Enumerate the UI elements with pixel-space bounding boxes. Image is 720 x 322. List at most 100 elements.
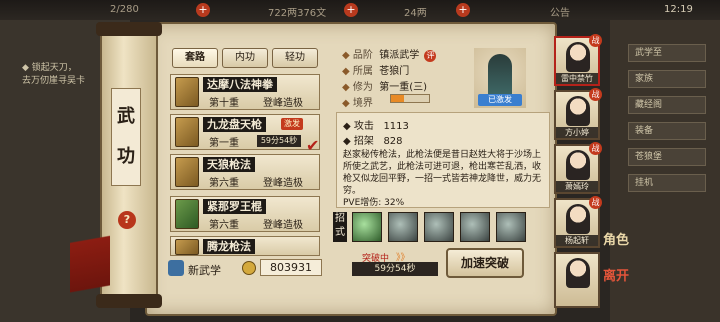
activated-badge: 激发 [281, 118, 303, 130]
cultivation-value: 第一重(三) [379, 82, 428, 93]
skill-name: 天狼枪法 [203, 157, 255, 172]
hero-slot-4[interactable]: 杨起轩 战 [554, 196, 602, 248]
coin-amount: 803931 [260, 259, 322, 276]
new-skill-label[interactable]: 新武学 [188, 262, 221, 278]
realm-progress-bar [390, 94, 430, 103]
help-icon[interactable]: ? [118, 211, 136, 229]
cultivation-label: 修为 [352, 82, 373, 93]
sect-value: 苍狼门 [379, 66, 410, 77]
battle-badge: 战 [589, 34, 602, 47]
hero-slot-3[interactable]: 萧嫣玲 战 [554, 142, 602, 194]
move-slot-4[interactable] [460, 212, 490, 242]
hero-portrait [566, 150, 590, 180]
skill-book-icon [175, 117, 199, 147]
skill-item-damo[interactable]: 达摩八法神拳 第十重 登峰造极 [170, 74, 320, 110]
move-slot-2[interactable] [388, 212, 418, 242]
skill-level: 登峰造极 [263, 178, 303, 189]
skill-item-jinnaluo[interactable]: 紧那罗王棍 第六重 登峰造极 [170, 196, 320, 232]
tab-qinggong[interactable]: 轻功 [272, 48, 318, 68]
panel-title: 武 功 [111, 88, 141, 186]
hero-slot-1[interactable]: 雷中禁竹 战 [554, 34, 602, 86]
menu-equipment[interactable]: 装备 [628, 122, 706, 140]
grade-value: 镇派武学 [379, 50, 420, 61]
skill-stage: 第一重 [209, 138, 239, 149]
hero-portrait [566, 258, 590, 288]
sect-label: 所属 [352, 66, 373, 77]
menu-wuxue[interactable]: 武学至 [628, 44, 706, 62]
realm-progress-fill [391, 95, 404, 102]
hero-slot-2[interactable]: 方小婷 战 [554, 88, 602, 140]
attack-value: 1113 [383, 121, 409, 132]
attack-label: 攻击 [353, 121, 374, 132]
skill-item-tenglong[interactable]: 腾龙枪法 [170, 236, 320, 256]
announcement-link[interactable]: 公告 [550, 4, 570, 19]
character-button[interactable]: 角色 [602, 234, 630, 248]
hero-name: 雷中禁竹 [556, 73, 598, 84]
skill-book-icon [175, 239, 199, 255]
title-char-2: 功 [117, 146, 135, 167]
add-stamina-button[interactable]: + [196, 3, 210, 17]
quest-tracker[interactable]: ◆ 锁起天刀， 去万仞崖寻吴卡 [22, 62, 112, 88]
new-skill-icon[interactable] [168, 260, 184, 276]
battle-badge: 战 [589, 88, 602, 101]
move-slot-1[interactable] [352, 212, 382, 242]
skill-level: 登峰造极 [263, 98, 303, 109]
pve-bonus: PVE增伤: 32% [343, 198, 405, 208]
skill-item-tianlang[interactable]: 天狼枪法 第六重 登峰造极 [170, 154, 320, 190]
menu-idle[interactable]: 挂机 [628, 174, 706, 192]
tab-taolu[interactable]: 套路 [172, 48, 218, 68]
parry-label: 招架 [353, 136, 374, 147]
parry-row: ◆ 招架 828 [343, 132, 403, 147]
battle-badge: 战 [589, 142, 602, 155]
roller-cap-top [96, 22, 162, 36]
tab-neigong[interactable]: 内功 [222, 48, 268, 68]
parry-value: 828 [383, 136, 403, 147]
skill-book-icon [175, 77, 199, 107]
skill-level: 登峰造极 [263, 220, 303, 231]
breakthrough-timer: 59分54秒 [352, 262, 438, 276]
speed-up-breakthrough-button[interactable]: 加速突破 [446, 248, 524, 278]
skill-item-jiulong[interactable]: 九龙盘天枪 激发 第一重 59分54秒 [170, 114, 320, 150]
red-tassel [70, 205, 110, 322]
skill-name: 腾龙枪法 [203, 239, 255, 254]
hero-portrait [566, 42, 590, 72]
grade-badge: 评 [424, 50, 437, 62]
grade-row: ◆ 品阶 镇派武学 评 [342, 46, 437, 62]
checkmark-icon: ✔ [306, 136, 320, 155]
skill-stage: 第十重 [209, 98, 239, 109]
hero-name: 方小婷 [556, 127, 598, 138]
add-money-button[interactable]: + [344, 3, 358, 17]
resource-stamina: 2/280 [110, 4, 139, 15]
resource-gold: 24两 [404, 8, 427, 19]
battle-badge: 战 [589, 196, 602, 209]
hero-slot-5[interactable] [554, 252, 600, 308]
sect-row: ◆ 所属 苍狼门 [342, 62, 409, 77]
leave-button[interactable]: 离开 [602, 270, 630, 284]
bullet-icon: ◆ [342, 82, 350, 93]
hero-name: 杨起轩 [556, 235, 598, 246]
move-slot-3[interactable] [424, 212, 454, 242]
add-gold-button[interactable]: + [456, 3, 470, 17]
realm-label: 境界 [352, 98, 373, 109]
attack-row: ◆ 攻击 1113 [343, 117, 409, 132]
hero-portrait [566, 204, 590, 234]
martial-figure-icon [488, 54, 512, 98]
activated-tag: 已激发 [478, 94, 522, 106]
menu-canglang[interactable]: 苍狼堡 [628, 148, 706, 166]
skill-book-icon [175, 199, 199, 229]
skill-name: 紧那罗王棍 [203, 199, 266, 214]
menu-library[interactable]: 藏经阁 [628, 96, 706, 114]
bullet-icon: ◆ [342, 98, 350, 109]
bullet-icon: ◆ [343, 121, 351, 132]
skill-name: 达摩八法神拳 [203, 77, 277, 92]
skill-description: 赵家秘传枪法，此枪法便是昔日赵姓大将于沙场上所使之武艺，此枪法可进可退，枪出寒芒… [343, 150, 542, 196]
coin-icon [242, 261, 256, 275]
hero-name: 萧嫣玲 [556, 181, 598, 192]
skill-stage: 第六重 [209, 220, 239, 231]
moves-label: 招式 [333, 212, 347, 242]
skill-stats-box: ◆ 攻击 1113 ◆ 招架 828 赵家秘传枪法，此枪法便是昔日赵姓大将于沙场… [336, 112, 550, 208]
menu-family[interactable]: 家族 [628, 70, 706, 88]
skill-name: 九龙盘天枪 [203, 117, 266, 132]
move-slot-5[interactable] [496, 212, 526, 242]
list-footer: 新武学 803931 [168, 258, 328, 278]
